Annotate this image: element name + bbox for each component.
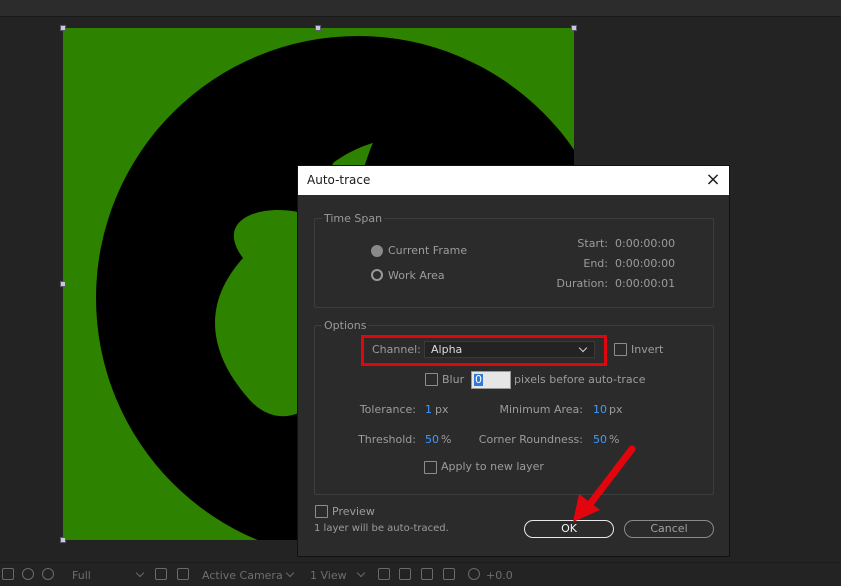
corner-roundness-label: Corner Roundness: [478, 433, 583, 446]
exposure-value[interactable]: +0.0 [486, 569, 513, 582]
blur-suffix: pixels before auto-trace [514, 373, 646, 386]
viewer-top-bar [0, 0, 841, 17]
chevron-down-icon [285, 568, 295, 578]
preview-label[interactable]: Preview [332, 505, 375, 518]
duration-value: 0:00:00:01 [615, 277, 676, 290]
views-select[interactable]: 1 View [310, 569, 347, 582]
dialog-title-bar[interactable]: Auto-trace × [298, 166, 729, 195]
corner-roundness-value[interactable]: 50 [593, 433, 607, 446]
status-text: 1 layer will be auto-traced. [314, 523, 449, 534]
selection-handle[interactable] [571, 25, 577, 31]
camera-snapshot-icon[interactable] [2, 568, 14, 580]
threshold-unit: % [441, 433, 452, 446]
tolerance-label: Tolerance: [359, 403, 416, 416]
region-of-interest-icon[interactable] [155, 568, 167, 580]
exposure-icon[interactable] [468, 568, 480, 580]
apply-to-new-layer-label[interactable]: Apply to new layer [441, 460, 544, 473]
auto-trace-dialog: Auto-trace × Time Span Current Frame Wor… [298, 166, 729, 556]
minimum-area-value[interactable]: 10 [593, 403, 607, 416]
work-area-label[interactable]: Work Area [388, 269, 445, 282]
ok-button[interactable]: OK [524, 520, 614, 538]
end-label: End: [583, 257, 608, 270]
work-area-radio[interactable] [371, 269, 383, 281]
invert-checkbox[interactable] [614, 343, 627, 356]
minimum-area-label: Minimum Area: [499, 403, 584, 416]
blur-checkbox[interactable] [425, 373, 438, 386]
selection-handle[interactable] [60, 537, 66, 543]
color-picker-icon[interactable] [42, 568, 54, 580]
blur-label[interactable]: Blur [442, 373, 464, 386]
start-value: 0:00:00:00 [615, 237, 676, 250]
current-frame-radio[interactable] [371, 245, 383, 257]
selection-handle[interactable] [315, 25, 321, 31]
end-value: 0:00:00:00 [615, 257, 676, 270]
blur-input-value: 0 [474, 373, 483, 386]
current-frame-label[interactable]: Current Frame [388, 244, 467, 257]
threshold-label: Threshold: [358, 433, 416, 446]
viewer-bottom-toolbar: Full Active Camera 1 View +0.0 [0, 562, 841, 586]
tolerance-value[interactable]: 1 [425, 403, 432, 416]
color-channels-icon[interactable] [22, 568, 34, 580]
camera-select[interactable]: Active Camera [202, 569, 283, 582]
threshold-value[interactable]: 50 [425, 433, 439, 446]
selection-handle[interactable] [60, 25, 66, 31]
minimum-area-unit: px [609, 403, 623, 416]
preview-checkbox[interactable] [315, 505, 328, 518]
corner-roundness-unit: % [609, 433, 620, 446]
cancel-button[interactable]: Cancel [624, 520, 714, 538]
flowchart-icon[interactable] [443, 568, 455, 580]
dialog-title: Auto-trace [307, 173, 371, 187]
time-span-label: Time Span [322, 212, 385, 225]
invert-label[interactable]: Invert [631, 343, 663, 356]
close-icon[interactable]: × [703, 170, 723, 190]
layout-icon[interactable] [378, 568, 390, 580]
grid-icon[interactable] [421, 568, 433, 580]
chevron-down-icon [356, 568, 366, 578]
tolerance-unit: px [435, 403, 449, 416]
blur-input[interactable]: 0 [471, 371, 511, 389]
channel-highlight-box [361, 335, 607, 366]
selection-handle[interactable] [60, 281, 66, 287]
apply-to-new-layer-checkbox[interactable] [424, 461, 437, 474]
fit-icon[interactable] [399, 568, 411, 580]
options-label: Options [322, 319, 369, 332]
chevron-down-icon [135, 568, 145, 578]
start-label: Start: [577, 237, 608, 250]
resolution-select[interactable]: Full [72, 569, 91, 582]
transparency-grid-icon[interactable] [177, 568, 189, 580]
duration-label: Duration: [556, 277, 608, 290]
